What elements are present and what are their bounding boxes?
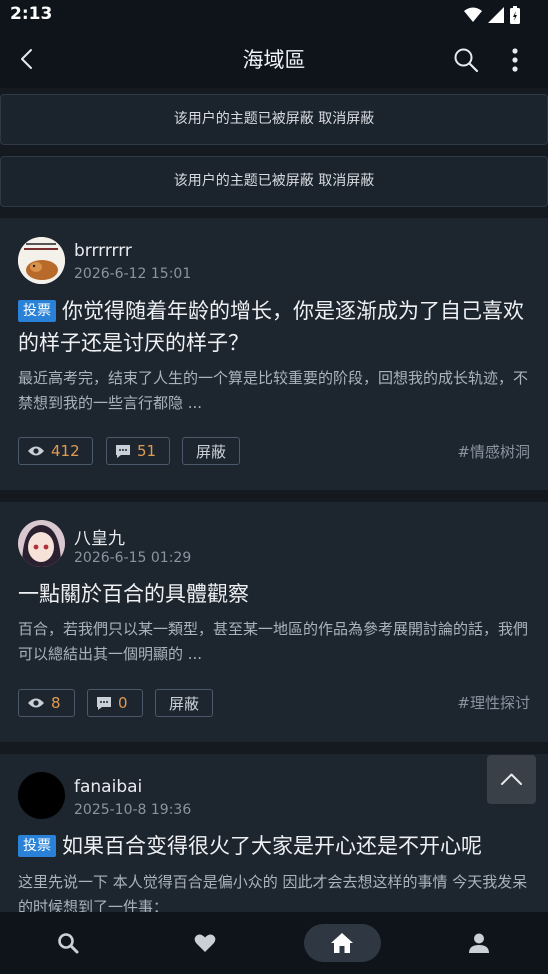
views-count: 8 [51, 694, 61, 712]
comments-count: 51 [137, 442, 157, 460]
post-tag[interactable]: #情感树洞 [457, 441, 530, 462]
blocked-notice[interactable]: 该用户的主题已被屏蔽 取消屏蔽 [0, 94, 548, 145]
post-title[interactable]: 一點關於百合的具體觀察 [18, 578, 530, 610]
chevron-up-icon [501, 773, 522, 785]
signal-icon [488, 7, 504, 23]
vote-badge: 投票 [18, 300, 56, 322]
avatar[interactable] [18, 772, 65, 819]
nav-home[interactable] [274, 912, 411, 974]
nav-search[interactable] [0, 912, 137, 974]
eye-icon [28, 446, 44, 456]
post-card[interactable]: brrrrrrr 2026-6-12 15:01 投票 你觉得随着年龄的增长，你是… [0, 218, 548, 490]
post-tag[interactable]: #理性探讨 [457, 692, 530, 713]
block-button[interactable]: 屏蔽 [155, 689, 213, 717]
comments-count: 0 [118, 694, 128, 712]
bottom-nav [0, 912, 548, 974]
comments-chip[interactable]: 0 [87, 689, 143, 717]
post-card[interactable]: 八皇九 2026-6-15 01:29 一點關於百合的具體觀察 百合，若我們只以… [0, 502, 548, 742]
post-date: 2026-6-15 01:29 [74, 550, 192, 566]
post-author[interactable]: brrrrrrr [74, 241, 132, 261]
block-button[interactable]: 屏蔽 [182, 437, 240, 465]
vote-badge: 投票 [18, 835, 56, 857]
post-date: 2025-10-8 19:36 [74, 802, 192, 818]
post-title-text: 如果百合变得很火了大家是开心还是不开心呢 [62, 834, 482, 858]
post-date: 2026-6-12 15:01 [74, 266, 192, 282]
heart-icon [194, 934, 216, 952]
post-excerpt: 这里先说一下 本人觉得百合是偏小众的 因此才会去想这样的事情 今天我发呆的时候想… [18, 873, 528, 912]
person-icon [469, 933, 489, 953]
home-icon [331, 933, 353, 953]
battery-icon [510, 6, 520, 24]
cat-avatar-image [18, 237, 65, 284]
more-vert-icon[interactable] [505, 46, 525, 74]
search-icon [58, 933, 79, 954]
post-title[interactable]: 投票 如果百合变得很火了大家是开心还是不开心呢 [18, 830, 530, 862]
nav-favorites[interactable] [137, 912, 274, 974]
post-title[interactable]: 投票 你觉得随着年龄的增长，你是逐渐成为了自己喜欢的样子还是讨厌的样子？ [18, 295, 530, 359]
status-bar: 2:13 [0, 0, 548, 30]
eye-icon [28, 698, 44, 708]
post-author[interactable]: fanaibai [74, 777, 142, 797]
comment-icon [116, 444, 130, 458]
nav-profile[interactable] [411, 912, 548, 974]
status-time: 2:13 [10, 4, 53, 24]
wifi-icon [464, 7, 482, 22]
anime-girl-avatar-image [18, 520, 65, 567]
divider [0, 490, 548, 502]
post-excerpt: 最近高考完，结束了人生的一个算是比较重要的阶段，回想我的成长轨迹，不禁想到我的一… [18, 369, 529, 412]
post-author[interactable]: 八皇九 [74, 524, 125, 549]
comments-chip[interactable]: 51 [106, 437, 170, 465]
post-title-text: 你觉得随着年龄的增长，你是逐渐成为了自己喜欢的样子还是讨厌的样子？ [18, 299, 524, 355]
blocked-notice[interactable]: 该用户的主题已被屏蔽 取消屏蔽 [0, 156, 548, 207]
divider [0, 742, 548, 754]
app-bar: 海域區 [0, 30, 548, 88]
views-chip[interactable]: 8 [18, 689, 75, 717]
views-count: 412 [51, 442, 80, 460]
post-excerpt: 百合，若我們只以某一類型，甚至某一地區的作品為參考展開討論的話，我們可以總結出其… [18, 620, 529, 663]
post-card[interactable]: fanaibai 2025-10-8 19:36 投票 如果百合变得很火了大家是开… [0, 754, 548, 912]
avatar[interactable] [18, 237, 65, 284]
views-chip[interactable]: 412 [18, 437, 93, 465]
avatar[interactable] [18, 520, 65, 567]
scroll-to-top-button[interactable] [487, 755, 536, 804]
search-icon[interactable] [452, 46, 480, 74]
status-icons [464, 6, 520, 24]
comment-icon [97, 696, 111, 710]
